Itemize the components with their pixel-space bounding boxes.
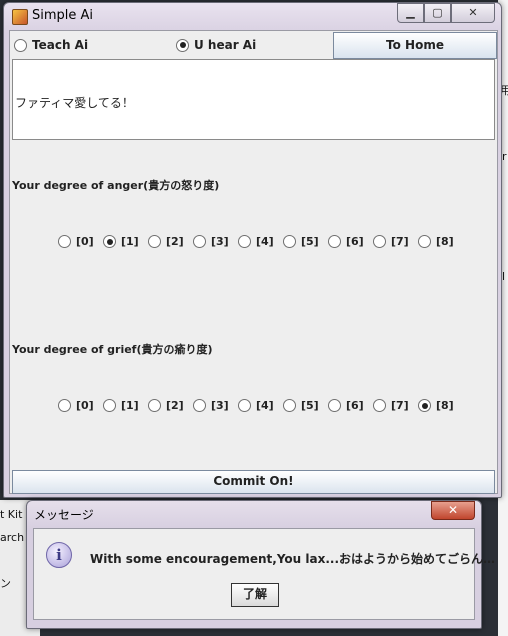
anger-option-label: [7] <box>391 235 409 248</box>
ai-message-area[interactable]: ファティマ愛してる！ <box>12 59 495 140</box>
grief-option-label: [3] <box>211 399 229 412</box>
teach-ai-label: Teach Ai <box>32 38 89 52</box>
radio-circle <box>58 235 71 248</box>
anger-option-label: [5] <box>301 235 319 248</box>
radio-circle <box>193 399 206 412</box>
dialog-title: メッセージ <box>34 508 94 522</box>
grief-radio-0[interactable]: [0] <box>58 399 103 412</box>
dialog-close-button[interactable]: ✕ <box>431 501 475 520</box>
anger-label: Your degree of anger(貴方の怒り度) <box>12 179 220 192</box>
anger-option-label: [8] <box>436 235 454 248</box>
window-title: Simple Ai <box>32 8 94 23</box>
close-icon: ✕ <box>468 6 478 19</box>
grief-option-label: [7] <box>391 399 409 412</box>
grief-label: Your degree of grief(貴方の瘉り度) <box>12 343 213 356</box>
grief-radio-3[interactable]: [3] <box>193 399 238 412</box>
maximize-icon: ▢ <box>432 6 443 19</box>
background-text: t Kit <box>0 508 23 521</box>
radio-circle-checked <box>176 38 189 52</box>
dialog-message: With some encouragement,You lax...おはようから… <box>90 552 496 566</box>
anger-radio-2[interactable]: [2] <box>148 235 193 248</box>
anger-radio-4[interactable]: [4] <box>238 235 283 248</box>
anger-option-label: [3] <box>211 235 229 248</box>
anger-radio-6[interactable]: [6] <box>328 235 373 248</box>
close-icon: ✕ <box>447 503 459 517</box>
radio-circle <box>103 399 116 412</box>
grief-radio-group: [0] [1] [2] [3] [4] [5] [6] [7] [8] <box>58 399 463 412</box>
grief-option-label: [4] <box>256 399 274 412</box>
close-button[interactable]: ✕ <box>451 3 495 23</box>
radio-circle <box>418 399 431 412</box>
to-home-button[interactable]: To Home <box>333 32 497 59</box>
grief-option-label: [8] <box>436 399 454 412</box>
anger-option-label: [4] <box>256 235 274 248</box>
grief-radio-6[interactable]: [6] <box>328 399 373 412</box>
hear-ai-label: U hear Ai <box>194 38 257 52</box>
radio-circle <box>328 235 341 248</box>
grief-radio-7[interactable]: [7] <box>373 399 418 412</box>
minimize-button[interactable]: ▁ <box>397 3 424 23</box>
radio-circle <box>238 235 251 248</box>
anger-option-label: [2] <box>166 235 184 248</box>
maximize-button[interactable]: ▢ <box>424 3 451 23</box>
window-content: Teach Ai U hear Ai To Home ファティマ愛してる！ Yo… <box>9 30 498 494</box>
radio-circle <box>418 235 431 248</box>
info-icon: i <box>46 542 72 568</box>
background-text: ン <box>0 577 11 590</box>
grief-option-label: [6] <box>346 399 364 412</box>
anger-option-label: [1] <box>121 235 139 248</box>
minimize-icon: ▁ <box>406 6 415 19</box>
background-text: arch <box>0 531 25 544</box>
ai-message-text: ファティマ愛してる！ <box>15 96 134 110</box>
radio-circle <box>238 399 251 412</box>
dialog-content: i With some encouragement,You lax...おはよう… <box>33 528 495 620</box>
hear-ai-radio[interactable]: U hear Ai <box>176 38 256 52</box>
anger-option-label: [6] <box>346 235 364 248</box>
anger-radio-8[interactable]: [8] <box>418 235 463 248</box>
anger-option-label: [0] <box>76 235 94 248</box>
radio-circle <box>193 235 206 248</box>
mode-row: Teach Ai U hear Ai To Home <box>10 31 497 59</box>
anger-radio-3[interactable]: [3] <box>193 235 238 248</box>
anger-radio-7[interactable]: [7] <box>373 235 418 248</box>
radio-circle <box>373 235 386 248</box>
grief-radio-1[interactable]: [1] <box>103 399 148 412</box>
background-text: l <box>502 270 506 283</box>
radio-circle <box>14 38 27 52</box>
anger-radio-5[interactable]: [5] <box>283 235 328 248</box>
grief-radio-5[interactable]: [5] <box>283 399 328 412</box>
anger-radio-1[interactable]: [1] <box>103 235 148 248</box>
ok-button[interactable]: 了解 <box>231 583 279 607</box>
grief-option-label: [0] <box>76 399 94 412</box>
java-app-icon <box>12 9 28 25</box>
message-dialog: メッセージ ✕ i With some encouragement,You la… <box>26 500 495 629</box>
radio-circle <box>373 399 386 412</box>
anger-radio-0[interactable]: [0] <box>58 235 103 248</box>
grief-option-label: [5] <box>301 399 319 412</box>
radio-circle <box>283 399 296 412</box>
simple-ai-window: Simple Ai ▁ ▢ ✕ Teach Ai U hear Ai To Ho… <box>3 2 502 498</box>
radio-circle <box>148 399 161 412</box>
grief-radio-2[interactable]: [2] <box>148 399 193 412</box>
radio-circle <box>283 235 296 248</box>
title-bar[interactable]: Simple Ai ▁ ▢ ✕ <box>4 3 501 27</box>
radio-circle <box>103 235 116 248</box>
background-text: r <box>502 150 507 163</box>
radio-circle <box>58 399 71 412</box>
radio-circle <box>328 399 341 412</box>
radio-circle <box>148 235 161 248</box>
grief-radio-4[interactable]: [4] <box>238 399 283 412</box>
grief-radio-8[interactable]: [8] <box>418 399 463 412</box>
teach-ai-radio[interactable]: Teach Ai <box>14 38 88 52</box>
anger-radio-group: [0] [1] [2] [3] [4] [5] [6] [7] [8] <box>58 235 463 248</box>
commit-button[interactable]: Commit On! <box>12 470 495 494</box>
grief-option-label: [1] <box>121 399 139 412</box>
grief-option-label: [2] <box>166 399 184 412</box>
